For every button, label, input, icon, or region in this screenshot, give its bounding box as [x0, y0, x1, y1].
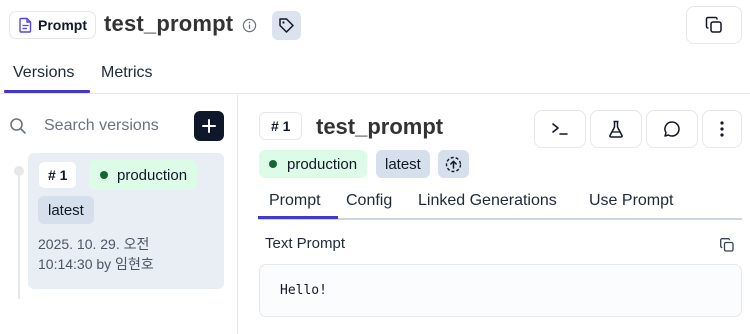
status-dot-icon [269, 160, 277, 168]
prompt-text-box: Hello! [259, 264, 742, 317]
version-card[interactable]: # 1 production latest 2025. 10. 29. 오전 1… [28, 153, 224, 289]
playground-button[interactable] [534, 110, 586, 148]
active-tab-indicator [4, 90, 90, 93]
search-versions-input[interactable] [44, 113, 184, 139]
tag-button[interactable] [272, 11, 301, 40]
main-version-number: # 1 [259, 112, 303, 140]
tab-prompt[interactable]: Prompt [269, 192, 321, 210]
main-title: test_prompt [316, 114, 444, 139]
prompt-text: Hello! [280, 283, 327, 298]
copy-icon[interactable] [719, 237, 735, 253]
detail-tabs: Prompt Config Linked Generations Use Pro… [258, 186, 742, 220]
main-production-text: production [287, 155, 358, 173]
terminal-icon [552, 123, 568, 135]
latest-label: latest [38, 196, 94, 224]
duplicate-button[interactable] [686, 6, 742, 44]
page-header: Prompt test_prompt [0, 0, 750, 52]
prompt-file-icon [19, 17, 32, 33]
type-badge-label: Prompt [38, 17, 87, 33]
flask-icon [609, 120, 623, 138]
timeline-line [18, 167, 20, 299]
main-production-label: production [259, 150, 368, 178]
production-label: production [89, 160, 198, 190]
more-options-button[interactable] [702, 110, 742, 148]
promote-button[interactable] [438, 150, 469, 178]
experiment-button[interactable] [590, 110, 642, 148]
version-time-author: 10:14:30 by 임현호 [38, 256, 154, 272]
page-title: test_prompt [104, 11, 234, 36]
more-vertical-icon [720, 121, 724, 137]
tab-versions[interactable]: Versions [13, 64, 74, 82]
search-icon [10, 118, 26, 134]
copy-icon [705, 16, 722, 33]
tab-linked-generations[interactable]: Linked Generations [418, 192, 557, 210]
top-tabs: Versions Metrics [0, 52, 750, 94]
version-number: # 1 [39, 162, 77, 188]
version-meta: 2025. 10. 29. 오전 10:14:30 by 임현호 [38, 234, 218, 274]
promote-icon [445, 156, 462, 172]
status-dot-icon [100, 171, 108, 179]
tab-metrics[interactable]: Metrics [101, 64, 153, 82]
comment-icon [664, 121, 680, 137]
plus-icon [202, 119, 216, 133]
tab-use-prompt[interactable]: Use Prompt [589, 192, 673, 210]
section-label: Text Prompt [265, 235, 346, 252]
tag-icon [279, 18, 294, 33]
main-latest-label: latest [376, 150, 430, 178]
active-subtab-indicator [258, 216, 338, 219]
comments-button[interactable] [646, 110, 698, 148]
version-date: 2025. 10. 29. 오전 [38, 236, 150, 252]
versions-sidebar: # 1 production latest 2025. 10. 29. 오전 1… [0, 95, 238, 334]
tab-config[interactable]: Config [346, 192, 392, 210]
prompt-type-badge: Prompt [9, 11, 96, 39]
production-label-text: production [117, 166, 188, 184]
timeline-dot [14, 166, 24, 176]
info-icon[interactable] [242, 18, 257, 33]
add-version-button[interactable] [194, 111, 224, 141]
